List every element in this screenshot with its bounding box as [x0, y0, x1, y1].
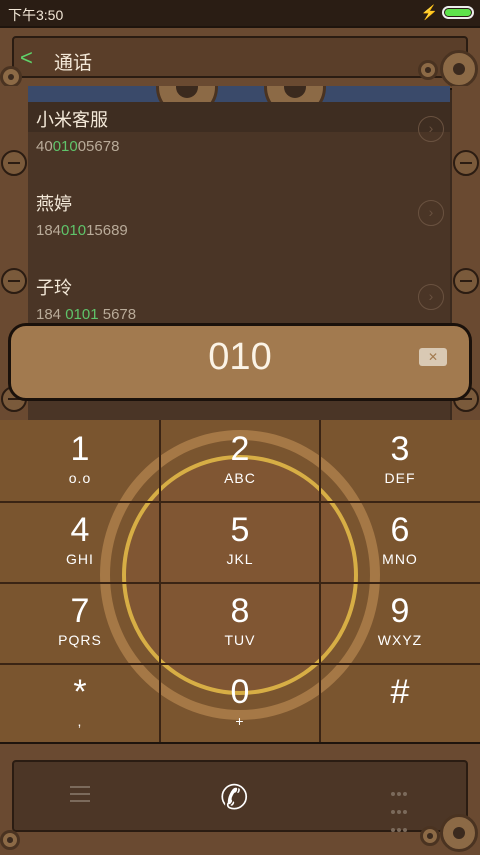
key-8[interactable]: 8 TUV — [160, 584, 320, 664]
gear-icon — [420, 826, 440, 846]
status-bar: 下午3:50 ⚡ — [0, 0, 480, 26]
gear-icon — [0, 830, 20, 850]
bottom-bar: ✆ — [0, 742, 480, 855]
contact-number: 184 0101 5678 — [36, 306, 137, 323]
key-1[interactable]: 1 ᴏ.ᴏ — [0, 422, 160, 502]
key-star[interactable]: *, — [0, 665, 160, 745]
contact-name: 燕婷 — [36, 194, 72, 214]
contact-detail-icon[interactable]: › — [418, 284, 444, 310]
contact-detail-icon[interactable]: › — [418, 116, 444, 142]
rail-knob — [453, 150, 479, 176]
dialed-number: 010 — [208, 336, 272, 378]
gear-icon — [418, 60, 438, 80]
contact-item[interactable]: 燕婷 18401015689 — [36, 190, 436, 239]
backspace-icon[interactable]: ✕ — [419, 348, 447, 366]
key-hash[interactable]: # — [320, 665, 480, 745]
dialpad-toggle-icon[interactable] — [390, 784, 410, 832]
rail-knob — [453, 268, 479, 294]
key-6[interactable]: 6 MNO — [320, 503, 480, 583]
charging-icon: ⚡ — [420, 4, 438, 20]
key-3[interactable]: 3 DEF — [320, 422, 480, 502]
key-0[interactable]: 0 + — [160, 665, 320, 745]
rail-knob — [1, 268, 27, 294]
key-2[interactable]: 2 ABC — [160, 422, 320, 502]
key-5[interactable]: 5 JKL — [160, 503, 320, 583]
contact-name: 子玲 — [36, 278, 72, 298]
status-time: 下午3:50 — [8, 7, 64, 23]
page-title: 通话 — [54, 53, 93, 74]
contact-number: 4001005678 — [36, 138, 120, 155]
dialed-number-display: 010 ✕ — [8, 323, 472, 401]
header: < 通话 — [0, 26, 480, 90]
gear-icon — [440, 814, 478, 852]
gear-icon — [0, 66, 22, 88]
contact-item[interactable]: 子玲 184 0101 5678 — [36, 274, 436, 323]
contact-item[interactable]: 小米客服 4001005678 — [36, 106, 436, 155]
battery-icon — [442, 6, 474, 19]
contact-name: 小米客服 — [36, 110, 108, 130]
back-button[interactable]: < — [20, 45, 33, 71]
call-button[interactable]: ✆ — [220, 778, 249, 818]
key-7[interactable]: 7 PQRS — [0, 584, 160, 664]
gear-icon — [440, 50, 478, 88]
rail-knob — [1, 150, 27, 176]
key-4[interactable]: 4 GHI — [0, 503, 160, 583]
key-9[interactable]: 9 WXYZ — [320, 584, 480, 664]
menu-icon[interactable] — [70, 786, 90, 804]
contact-detail-icon[interactable]: › — [418, 200, 444, 226]
contact-number: 18401015689 — [36, 222, 128, 239]
